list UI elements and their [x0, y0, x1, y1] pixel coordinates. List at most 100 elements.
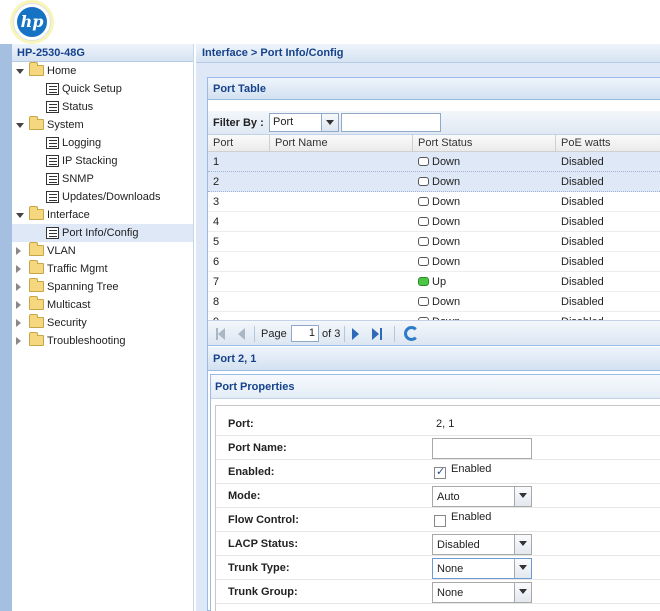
cell-poe-watts-text: Disabled: [561, 156, 604, 168]
next-page-icon[interactable]: [352, 328, 359, 340]
table-row[interactable]: 2 Down Disabled: [208, 172, 660, 192]
collapse-arrow-icon[interactable]: [16, 283, 21, 291]
collapse-arrow-icon[interactable]: [16, 265, 21, 273]
column-header-port-status[interactable]: Port Status: [413, 135, 556, 152]
table-row[interactable]: 1 Down Disabled: [208, 152, 660, 172]
sidebar-item-security[interactable]: Security: [12, 314, 193, 332]
expand-arrow-icon[interactable]: [16, 123, 24, 128]
sidebar-item-ip-stacking[interactable]: IP Stacking: [12, 152, 193, 170]
sidebar-item-system[interactable]: System: [12, 116, 193, 134]
sidebar-item-quick-setup[interactable]: Quick Setup: [12, 80, 193, 98]
grid-header: Port Port Name Port Status PoE watts: [208, 135, 660, 152]
sidebar-item-troubleshooting[interactable]: Troubleshooting: [12, 332, 193, 350]
sidebar-item-status[interactable]: Status: [12, 98, 193, 116]
chevron-down-icon[interactable]: [514, 559, 531, 578]
port-name-field[interactable]: [432, 438, 532, 459]
sidebar-item-interface[interactable]: Interface: [12, 206, 193, 224]
cell-poe-watts: Disabled: [556, 192, 604, 212]
mode-select[interactable]: Auto: [432, 486, 532, 507]
page-number-input[interactable]: 1: [291, 325, 319, 342]
refresh-icon[interactable]: [404, 326, 419, 341]
chevron-down-icon[interactable]: [514, 487, 531, 506]
column-header-port-name[interactable]: Port Name: [270, 135, 413, 152]
collapse-arrow-icon[interactable]: [16, 301, 21, 309]
page-icon: [46, 83, 59, 95]
sidebar-item-snmp[interactable]: SNMP: [12, 170, 193, 188]
expand-arrow-icon[interactable]: [16, 213, 24, 218]
sidebar-item-label: System: [47, 119, 84, 131]
table-row[interactable]: 7 Up Disabled: [208, 272, 660, 292]
last-page-icon[interactable]: [372, 328, 379, 340]
column-header-poe-watts[interactable]: PoE watts: [556, 135, 660, 152]
column-header-port[interactable]: Port: [208, 135, 270, 152]
collapse-arrow-icon[interactable]: [16, 319, 21, 327]
sidebar-item-logging[interactable]: Logging: [12, 134, 193, 152]
sidebar-item-vlan[interactable]: VLAN: [12, 242, 193, 260]
nav-tree: Home Quick Setup Status System Logging IP Sta…: [12, 62, 193, 350]
sidebar-item-spanning-tree[interactable]: Spanning Tree: [12, 278, 193, 296]
cell-port-text: 5: [213, 236, 220, 248]
table-row[interactable]: 3 Down Disabled: [208, 192, 660, 212]
folder-icon: [29, 62, 44, 76]
table-row[interactable]: 8 Down Disabled: [208, 292, 660, 312]
cell-poe-watts: Disabled: [556, 272, 604, 292]
grid-body: 1 Down Disabled 2 Down Disabled 3 Down Disabled 4…: [208, 152, 660, 320]
page-icon: [46, 155, 59, 167]
prev-page-icon[interactable]: [238, 328, 245, 340]
enabled-checkbox[interactable]: [434, 465, 446, 479]
filter-bar: Filter By : Port: [208, 111, 660, 135]
cell-port-name: [270, 292, 275, 312]
page-icon: [46, 173, 59, 185]
sidebar-item-label: Interface: [47, 209, 90, 221]
cell-port: 3: [208, 192, 219, 212]
trunk-type-row: Trunk Type: None: [216, 556, 660, 580]
chevron-down-icon[interactable]: [514, 535, 531, 554]
trunk-group-row: Trunk Group: None: [216, 580, 660, 604]
collapse-arrow-icon[interactable]: [16, 337, 21, 345]
cell-port-status: Up: [413, 272, 446, 292]
expand-arrow-icon[interactable]: [16, 69, 24, 74]
sidebar-item-label: Status: [62, 101, 94, 113]
lacp-status-value: Disabled: [437, 539, 480, 551]
sidebar-item-label: VLAN: [47, 245, 76, 257]
page-icon: [46, 191, 59, 203]
folder-icon: [29, 278, 44, 292]
sidebar-item-label: Updates/Downloads: [62, 191, 161, 203]
table-row[interactable]: 6 Down Disabled: [208, 252, 660, 272]
mode-row: Mode: Auto: [216, 484, 660, 508]
chevron-down-icon[interactable]: [514, 583, 531, 602]
collapse-arrow-icon[interactable]: [16, 247, 21, 255]
filter-text-input[interactable]: [341, 113, 441, 132]
cell-port-status-text: Down: [432, 296, 461, 308]
trunk-group-label: Trunk Group:: [228, 586, 298, 598]
enabled-row: Enabled: Enabled: [216, 460, 660, 484]
sidebar-item-label: Troubleshooting: [47, 335, 126, 347]
trunk-group-select[interactable]: None: [432, 582, 532, 603]
cell-port-text: 1: [213, 156, 220, 168]
cell-port-text: 7: [213, 276, 220, 288]
port-label: Port:: [228, 418, 254, 430]
sidebar-item-port-info-config[interactable]: Port Info/Config: [12, 224, 193, 242]
chevron-down-icon[interactable]: [321, 114, 338, 131]
cell-poe-watts: Disabled: [556, 252, 604, 272]
first-page-icon[interactable]: [218, 328, 225, 340]
sidebar-item-multicast[interactable]: Multicast: [12, 296, 193, 314]
table-row[interactable]: 5 Down Disabled: [208, 232, 660, 252]
trunk-type-label: Trunk Type:: [228, 562, 290, 574]
table-row[interactable]: 4 Down Disabled: [208, 212, 660, 232]
lacp-status-select[interactable]: Disabled: [432, 534, 532, 555]
flow-control-checkbox[interactable]: [434, 515, 446, 527]
cell-port-text: 3: [213, 196, 220, 208]
sidebar-item-updates-downloads[interactable]: Updates/Downloads: [12, 188, 193, 206]
table-row[interactable]: 9 Down Disabled: [208, 312, 660, 320]
left-stripe: [0, 44, 12, 611]
page-icon: [46, 101, 59, 113]
sidebar-item-home[interactable]: Home: [12, 62, 193, 80]
sidebar-item-traffic-mgmt[interactable]: Traffic Mgmt: [12, 260, 193, 278]
sidebar-item-label: Logging: [62, 137, 102, 149]
trunk-type-select[interactable]: None: [432, 558, 532, 579]
port-name-label: Port Name:: [228, 442, 287, 454]
filter-by-select[interactable]: Port: [269, 113, 339, 132]
cell-poe-watts-text: Disabled: [561, 276, 604, 288]
sidebar-item-label: IP Stacking: [62, 155, 118, 167]
